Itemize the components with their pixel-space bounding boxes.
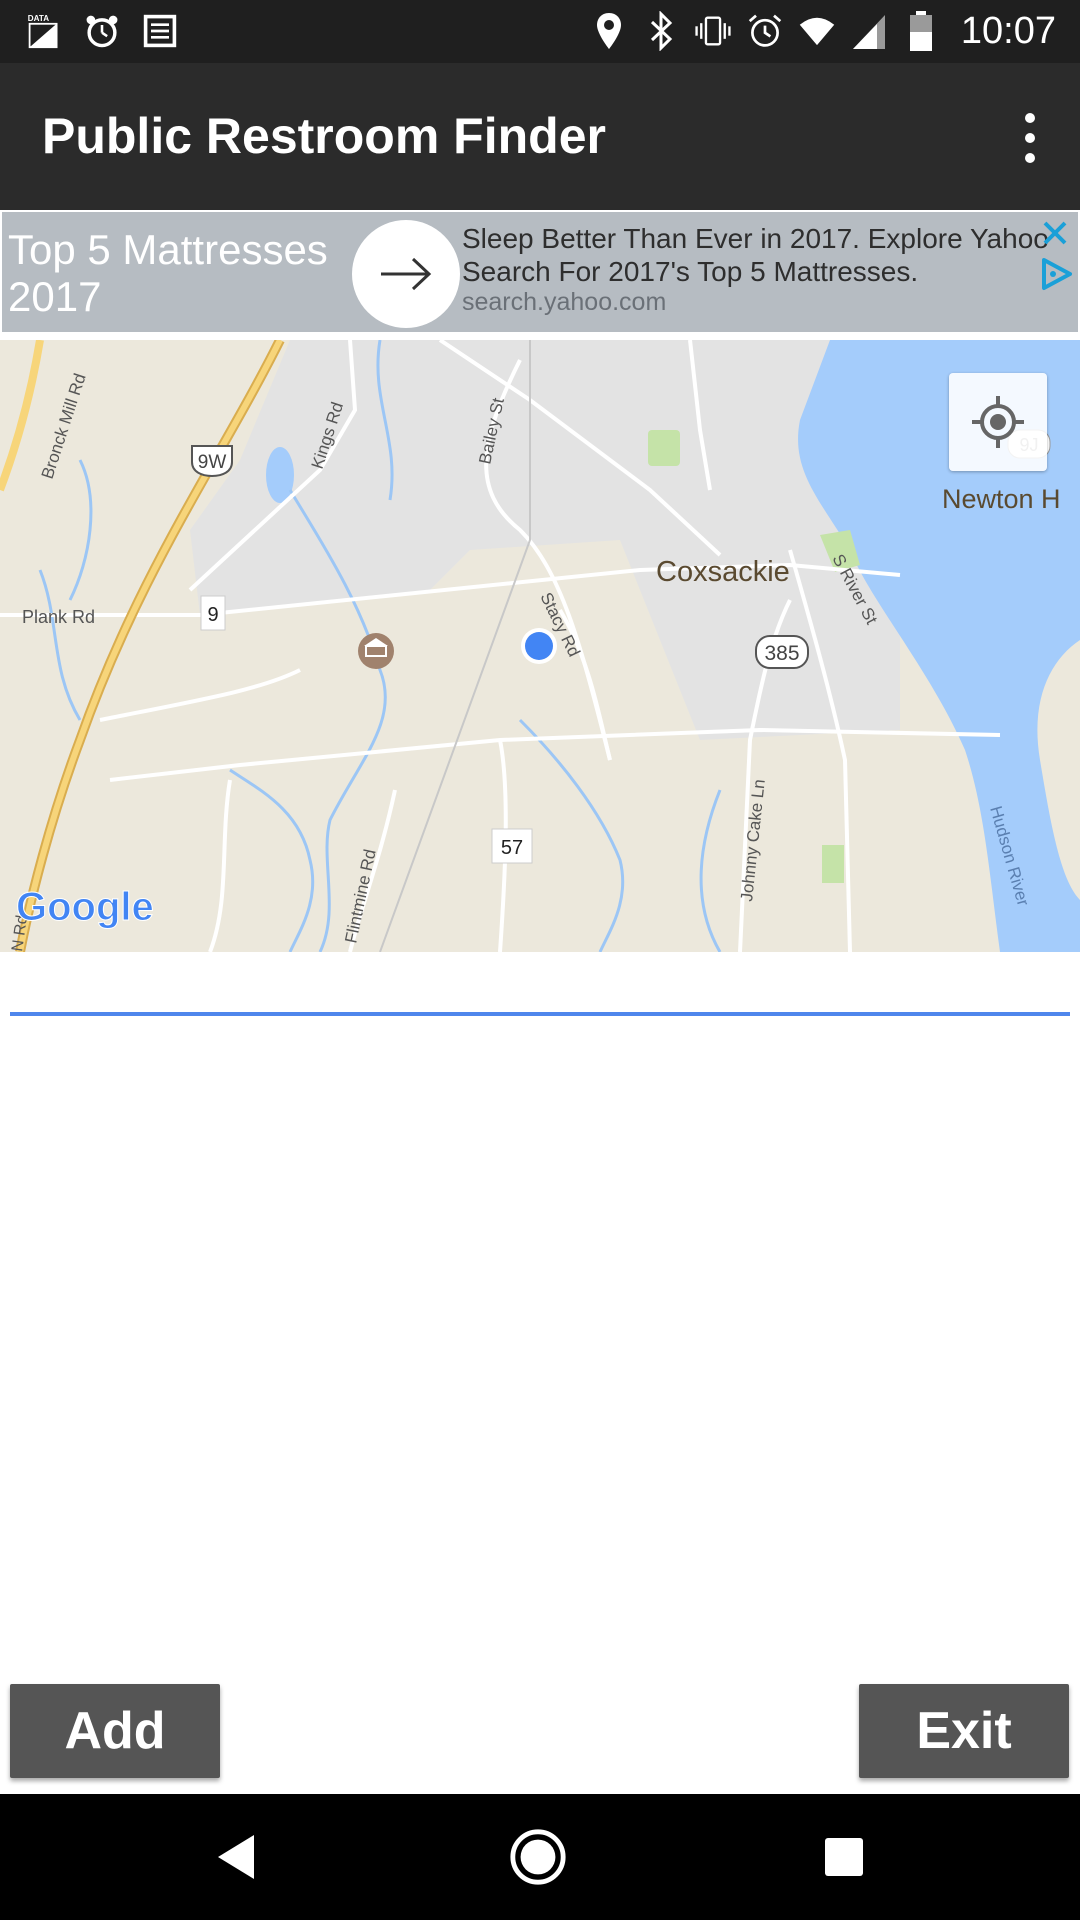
bluetooth-icon: [643, 10, 679, 52]
svg-text:385: 385: [764, 642, 799, 665]
back-icon[interactable]: [206, 1827, 266, 1887]
svg-text:9W: 9W: [198, 452, 227, 473]
page-title: Public Restroom Finder: [42, 108, 606, 164]
svg-text:DATA: DATA: [28, 14, 49, 23]
map-view[interactable]: 9W 9 385 57 9J Bronck Mill Rd Kings Rd B…: [0, 340, 1080, 952]
svg-text:9: 9: [207, 604, 218, 626]
route-9w-shield: 9W: [191, 445, 233, 478]
vibrate-icon: [695, 10, 731, 52]
svg-text:Google: Google: [16, 885, 154, 929]
wifi-icon: [799, 10, 835, 52]
navigation-bar: [0, 1794, 1080, 1920]
alarm-clock-app-icon: [84, 10, 120, 52]
arrow-right-icon[interactable]: [352, 220, 460, 328]
label-johnny-cake-ln: Johnny Cake Ln: [737, 778, 769, 902]
close-icon[interactable]: [1038, 216, 1072, 250]
urban-area: [190, 340, 900, 740]
location-icon: [591, 10, 627, 52]
label-flintmine-rd: Flintmine Rd: [341, 848, 379, 945]
alarm-icon: [747, 10, 783, 52]
route-385-shield: 385: [755, 635, 809, 669]
divider-line: [10, 1012, 1070, 1016]
label-plank-rd: Plank Rd: [22, 607, 95, 627]
add-button[interactable]: Add: [10, 1684, 220, 1778]
svg-text:57: 57: [501, 837, 523, 859]
ad-headline[interactable]: Top 5 Mattresses 2017: [8, 226, 348, 320]
route-9-shield: 9: [200, 595, 226, 631]
news-icon: [142, 10, 178, 52]
signal-icon: [851, 10, 887, 52]
route-57-shield: 57: [491, 828, 533, 864]
my-location-icon[interactable]: [970, 394, 1026, 450]
adchoices-icon[interactable]: [1038, 256, 1074, 292]
my-location-button[interactable]: [949, 373, 1047, 471]
museum-poi-icon[interactable]: [358, 633, 394, 669]
park: [648, 430, 680, 466]
ad-body[interactable]: Sleep Better Than Ever in 2017. Explore …: [462, 222, 1052, 288]
label-newton-h: Newton H: [942, 484, 1061, 514]
data-icon: DATA: [26, 10, 62, 52]
recents-icon[interactable]: [814, 1827, 874, 1887]
label-coxsackie: Coxsackie: [656, 556, 790, 588]
more-vert-icon[interactable]: [1000, 103, 1060, 173]
clock-time: 10:07: [960, 10, 1056, 52]
ad-banner[interactable]: Top 5 Mattresses 2017 Sleep Better Than …: [2, 212, 1078, 332]
app-bar: Public Restroom Finder: [0, 63, 1080, 210]
ad-url[interactable]: search.yahoo.com: [462, 288, 666, 317]
google-logo: Google: [16, 885, 155, 930]
status-bar: DATA 10:07: [0, 0, 1080, 63]
home-icon[interactable]: [508, 1827, 568, 1887]
my-location-dot: [521, 628, 557, 664]
battery-icon: [903, 10, 939, 52]
exit-button[interactable]: Exit: [859, 1684, 1069, 1778]
